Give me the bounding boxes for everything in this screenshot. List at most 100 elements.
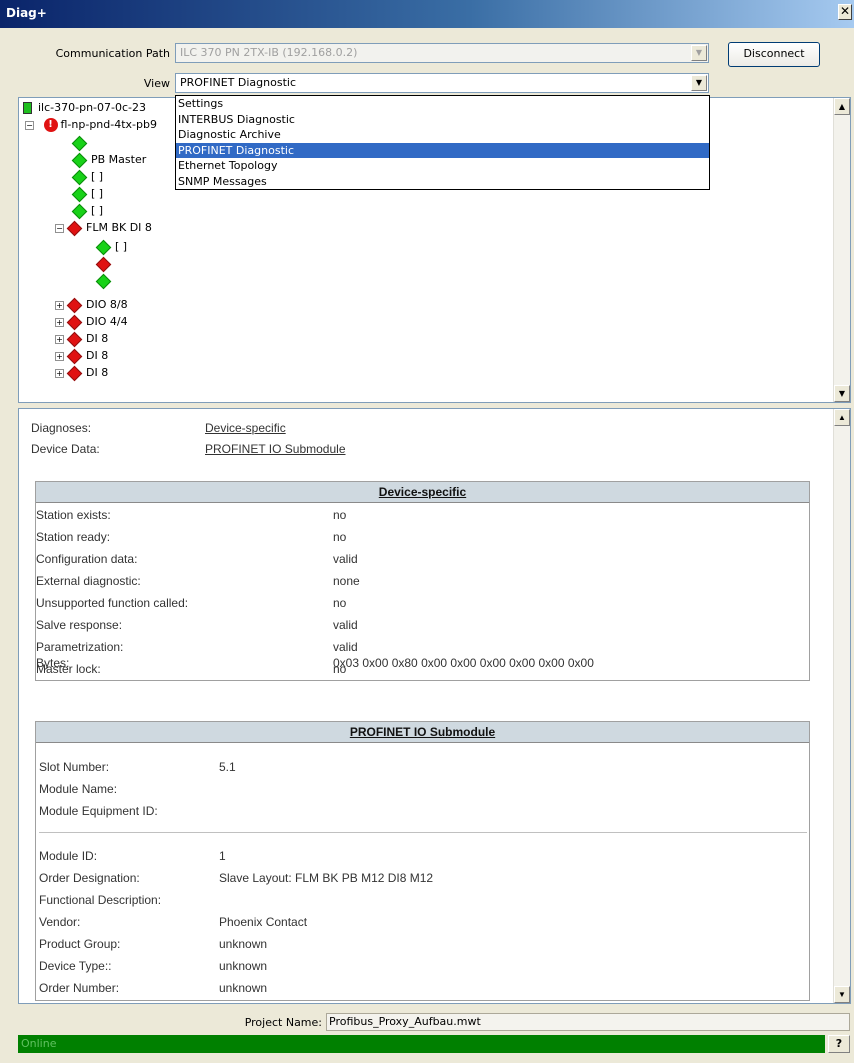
device-specific-link[interactable]: Device-specific [205,421,286,435]
dropdown-option-diagnostic-archive[interactable]: Diagnostic Archive [176,127,709,143]
tree-item-slot[interactable]: [ ] [71,202,103,219]
row-label: Product Group: [39,937,121,951]
row-value: 5.1 [219,760,236,774]
scroll-down-button[interactable]: ▼ [834,385,850,402]
title-bar[interactable]: Diag+ ✕ [0,0,854,28]
disconnect-button[interactable]: Disconnect [728,42,820,67]
dropdown-option-settings[interactable]: Settings [176,96,709,112]
ok-diamond-icon [71,135,88,151]
tree-item-subslot-ok[interactable] [95,272,115,289]
tree-item-dio-4-4[interactable]: + DIO 4/4 [55,313,128,330]
dropdown-option-snmp-messages[interactable]: SNMP Messages [176,174,709,190]
profinet-submodule-link[interactable]: PROFINET IO Submodule [205,442,346,456]
tree-item-flm-bk-di8[interactable]: − FLM BK DI 8 [55,219,152,236]
ok-diamond-icon [95,239,112,255]
error-diamond-icon [66,365,83,381]
error-diamond-icon [66,331,83,347]
collapse-icon[interactable]: − [55,223,64,233]
view-select-value: PROFINET Diagnostic [180,76,296,89]
tree-item-slot[interactable]: [ ] [71,185,103,202]
row-label: Vendor: [39,915,81,929]
row-label: Slot Number: [39,760,110,774]
window-title: Diag+ [6,6,47,20]
project-name-label: Project Name: [244,1016,322,1029]
row-value: valid [333,618,358,632]
tree-item-subslot[interactable]: [ ] [95,238,127,255]
device-specific-section: Device-specific Station exists: no Stati… [35,481,810,681]
expand-icon[interactable]: + [55,300,64,310]
row-value: unknown [219,981,268,995]
tree-item-dio-8-8[interactable]: + DIO 8/8 [55,296,128,313]
details-scrollbar[interactable]: ▲ ▼ [833,409,850,1003]
row-label: Device Type:: [39,959,112,973]
close-button[interactable]: ✕ [838,4,852,20]
row-value: valid [333,552,358,566]
row-label: Salve response: [36,618,123,632]
status-bar: Online [18,1035,825,1053]
expand-icon[interactable]: + [55,317,64,327]
help-button[interactable]: ? [828,1035,850,1053]
tree-item-module-head[interactable] [71,134,91,151]
tree-item-di8[interactable]: + DI 8 [55,330,108,347]
tree-item-di8[interactable]: + DI 8 [55,364,108,381]
row-label: Station exists: [36,508,111,522]
scroll-up-button[interactable]: ▲ [834,98,850,115]
view-label: View [143,77,170,90]
row-value: 1 [219,849,226,863]
tree-item-controller[interactable]: ilc-370-pn-07-0c-23 [23,99,146,116]
communication-path-select: ILC 370 PN 2TX-IB (192.168.0.2) ▼ [175,43,709,63]
view-select[interactable]: PROFINET Diagnostic ▼ [175,73,709,93]
chevron-down-icon[interactable]: ▼ [691,75,707,91]
dropdown-option-profinet-diagnostic[interactable]: PROFINET Diagnostic [176,142,709,158]
tree-item-device[interactable]: − ! fl-np-pnd-4tx-pb9 [25,116,157,133]
row-value: unknown [219,937,268,951]
error-diamond-icon [66,297,83,313]
expand-icon[interactable]: + [55,351,64,361]
row-label: External diagnostic: [36,574,141,588]
device-tree: ilc-370-pn-07-0c-23 − ! fl-np-pnd-4tx-pb9… [19,98,171,402]
row-value: unknown [219,959,268,973]
row-label: Station ready: [36,530,111,544]
row-value: no [333,508,347,522]
dropdown-option-ethernet-topology[interactable]: Ethernet Topology [176,158,709,174]
error-diamond-icon [66,220,83,236]
ok-diamond-icon [95,273,112,289]
tree-item-slot[interactable]: [ ] [71,168,103,185]
tree-item-di8[interactable]: + DI 8 [55,347,108,364]
device-data-label: Device Data: [31,442,100,456]
expand-icon[interactable]: + [55,334,64,344]
details-panel: Diagnoses: Device-specific Device Data: … [18,408,851,1004]
controller-icon [23,102,32,114]
row-label: Order Number: [39,981,120,995]
row-label: Functional Description: [39,893,162,907]
error-diamond-icon [95,256,112,272]
row-value: no [333,530,347,544]
row-value: Phoenix Contact [219,915,308,929]
chevron-down-icon: ▼ [691,45,707,61]
row-value: no [333,596,347,610]
scroll-down-button[interactable]: ▼ [834,986,850,1003]
dropdown-option-interbus-diagnostic[interactable]: INTERBUS Diagnostic [176,112,709,128]
communication-path-label: Communication Path [55,47,170,60]
row-label: Order Designation: [39,871,140,885]
ok-diamond-icon [71,203,88,219]
error-diamond-icon [66,314,83,330]
expand-icon[interactable]: + [55,368,64,378]
tree-item-pb-master[interactable]: PB Master [71,151,146,168]
error-diamond-icon [66,348,83,364]
bytes-value: 0x03 0x00 0x80 0x00 0x00 0x00 0x00 0x00 … [333,656,594,670]
tree-scrollbar[interactable]: ▲ ▼ [833,98,850,402]
row-value: valid [333,640,358,654]
collapse-icon[interactable]: − [25,120,34,130]
scroll-up-button[interactable]: ▲ [834,409,850,426]
view-dropdown-list[interactable]: Settings INTERBUS Diagnostic Diagnostic … [175,95,710,190]
diagnoses-label: Diagnoses: [31,421,92,435]
project-name-field: Profibus_Proxy_Aufbau.mwt [326,1013,850,1031]
row-label: Bytes: [36,656,70,670]
section-header: Device-specific [36,482,809,503]
row-label: Unsupported function called: [36,596,189,610]
communication-path-value: ILC 370 PN 2TX-IB (192.168.0.2) [180,46,358,59]
row-value: none [333,574,360,588]
row-label: Module ID: [39,849,98,863]
tree-item-subslot-error[interactable] [95,255,115,272]
